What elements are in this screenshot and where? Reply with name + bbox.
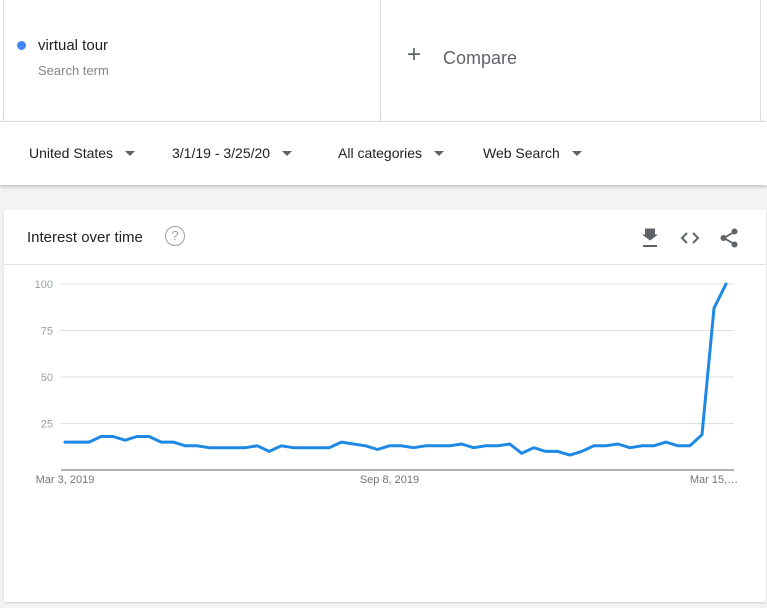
help-icon[interactable]: ? [165,226,185,246]
region-value: United States [29,145,114,161]
chart-area: 25 50 75 100 Mar 3, 2019 Sep 8, 2019 Mar 15,… [4,266,766,602]
search-term-card[interactable]: virtual tour Search term [3,0,381,121]
term-color-dot [17,41,26,50]
search-type-value: Web Search [483,145,560,161]
date-range-dropdown[interactable]: 3/1/19 - 3/25/20 [172,145,293,161]
x-tick-label: Mar 3, 2019 [36,474,95,486]
caret-down-icon [282,150,293,156]
x-tick-label: Mar 15,… [690,474,738,486]
search-terms-bar: virtual tour Search term + Compare [0,0,767,121]
category-dropdown[interactable]: All categories [338,145,445,161]
caret-down-icon [571,150,582,156]
y-tick-label: 100 [35,279,53,291]
share-icon[interactable] [718,227,740,249]
compare-button[interactable]: + Compare [381,0,761,121]
filter-bar: United States 3/1/19 - 3/25/20 All categ… [0,121,767,185]
panel-header: Interest over time ? [4,210,766,265]
y-tick-label: 75 [41,326,53,338]
search-term-name[interactable]: virtual tour [38,37,108,54]
download-icon[interactable] [639,227,661,249]
interest-line-chart: 25 50 75 100 Mar 3, 2019 Sep 8, 2019 Mar 15,… [35,279,738,486]
search-term-type: Search term [38,63,109,78]
y-tick-label: 50 [41,372,53,384]
series-line-virtual-tour [63,282,728,457]
x-tick-label: Sep 8, 2019 [360,474,419,486]
region-dropdown[interactable]: United States [29,145,136,161]
caret-down-icon [434,150,445,156]
caret-down-icon [125,150,136,156]
embed-icon[interactable] [679,227,701,249]
date-range-value: 3/1/19 - 3/25/20 [172,145,271,161]
interest-over-time-panel: Interest over time ? 25 50 75 100 Mar 3, 201… [4,210,766,602]
search-type-dropdown[interactable]: Web Search [483,145,582,161]
panel-title: Interest over time [27,229,143,246]
plus-icon: + [407,41,422,68]
y-tick-label: 25 [41,419,53,431]
category-value: All categories [338,145,423,161]
compare-label: Compare [443,48,518,68]
